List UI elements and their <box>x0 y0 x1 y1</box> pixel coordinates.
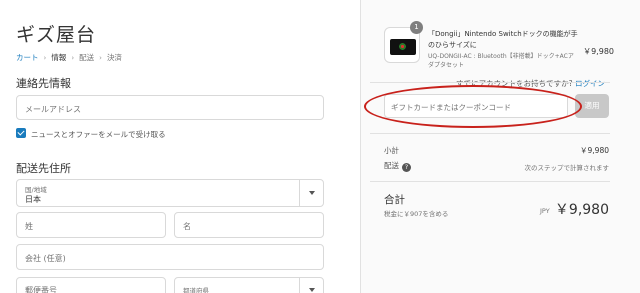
last-name-placeholder: 姓 <box>25 222 33 231</box>
subtotal-value: ￥9,980 <box>580 146 609 155</box>
product-image <box>390 39 416 55</box>
newsletter-checkbox[interactable] <box>16 128 26 138</box>
breadcrumb-shipping: 配送 <box>79 53 95 62</box>
total-label: 合計 <box>384 194 405 206</box>
email-field[interactable]: メールアドレス <box>16 95 324 120</box>
divider <box>370 133 610 134</box>
prefecture-label: 都道府県 <box>183 287 209 293</box>
newsletter-label: ニュースとオファーをメールで受け取る <box>31 130 166 139</box>
chevron-right-icon: › <box>71 53 75 62</box>
chevron-down-icon <box>299 180 323 206</box>
country-label: 国/地域 <box>25 186 47 194</box>
breadcrumb: カート › 情報 › 配送 › 決済 <box>16 52 122 63</box>
breadcrumb-cart[interactable]: カート <box>16 52 39 63</box>
postal-code-placeholder: 郵便番号 <box>25 286 57 293</box>
company-placeholder: 会社 (任意) <box>25 254 66 263</box>
chevron-right-icon: › <box>99 53 102 62</box>
currency-code: JPY <box>540 207 550 215</box>
contact-section-title: 連絡先情報 <box>16 77 71 90</box>
chevron-down-icon <box>299 278 323 293</box>
quantity-badge: 1 <box>410 21 423 34</box>
annotation-ellipse <box>364 85 582 128</box>
shipping-note: 次のステップで計算されます <box>524 164 610 172</box>
country-value: 日本 <box>25 195 41 204</box>
store-title[interactable]: ギズ屋台 <box>16 20 96 47</box>
divider <box>370 82 610 83</box>
shipping-section-title: 配送先住所 <box>16 162 71 175</box>
subtotal-label: 小計 <box>384 146 399 155</box>
help-icon[interactable]: ? <box>402 163 411 172</box>
breadcrumb-payment: 決済 <box>106 53 122 62</box>
country-select[interactable]: 国/地域 日本 <box>16 179 324 207</box>
last-name-field[interactable]: 姓 <box>16 212 166 238</box>
company-field[interactable]: 会社 (任意) <box>16 244 324 270</box>
product-variant: UQ-DONGII-AC : Bluetooth【非搭載】ドック+ACアダプタセ… <box>428 53 574 69</box>
product-name: 「Dongii」Nintendo Switchドックの機能が手のひらサイズに <box>428 30 578 49</box>
login-link[interactable]: ログイン <box>575 79 605 88</box>
prefecture-select[interactable]: 都道府県 <box>174 277 324 293</box>
postal-code-field[interactable]: 郵便番号 <box>16 277 166 293</box>
breadcrumb-information: 情報 <box>51 53 67 62</box>
tax-note: 税金に￥907を含める <box>384 210 449 218</box>
first-name-field[interactable]: 名 <box>174 212 324 238</box>
shipping-row-label: 配送? <box>384 160 411 172</box>
first-name-placeholder: 名 <box>183 222 191 231</box>
chevron-right-icon: › <box>43 53 47 62</box>
divider <box>370 181 610 182</box>
email-placeholder: メールアドレス <box>25 105 81 114</box>
product-price: ￥9,980 <box>583 47 614 56</box>
total-amount: ￥9,980 <box>554 202 609 218</box>
shipping-label: 配送 <box>384 161 399 170</box>
